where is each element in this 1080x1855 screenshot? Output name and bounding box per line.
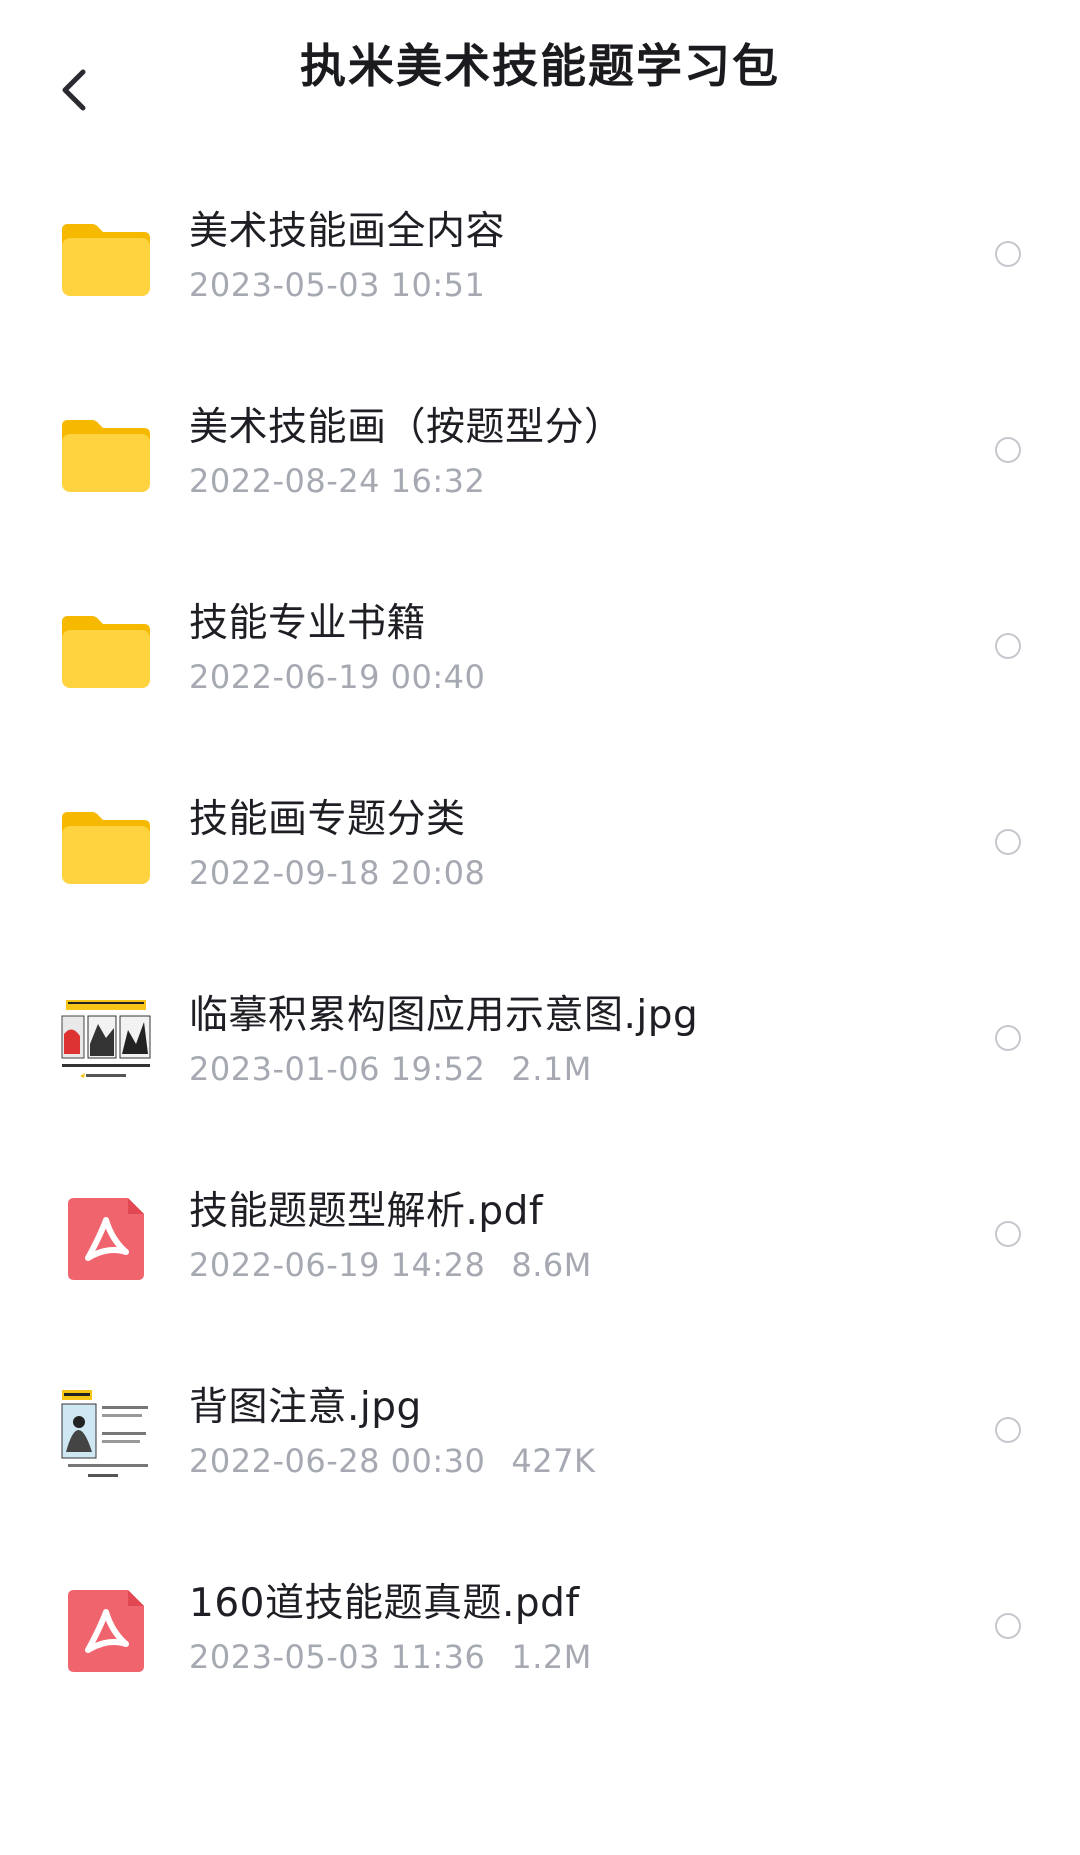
file-meta: 2023-05-03 11:36 1.2M [189,1638,592,1676]
select-radio[interactable] [995,829,1021,855]
file-meta: 2022-06-19 00:40 [189,658,485,696]
file-name: 临摹积累构图应用示意图.jpg [189,993,699,1038]
select-radio[interactable] [995,633,1021,659]
file-size: 427K [511,1442,596,1480]
list-item[interactable]: 技能专业书籍 2022-06-19 00:40 [0,550,1080,746]
file-date: 2022-09-18 20:08 [189,854,486,892]
file-meta: 2022-08-24 16:32 [189,462,485,500]
file-list: 美术技能画全内容 2023-05-03 10:51 美术技能画（按题型分） 20… [0,158,1080,1726]
pdf-icon [58,1582,154,1678]
list-item[interactable]: 美术技能画（按题型分） 2022-08-24 16:32 [0,354,1080,550]
file-size: 2.1M [511,1050,592,1088]
pdf-icon [58,1190,154,1286]
file-meta: 2023-05-03 10:51 [189,266,485,304]
folder-icon [58,798,154,894]
select-radio[interactable] [995,241,1021,267]
file-date: 2023-05-03 10:51 [189,266,486,304]
list-item[interactable]: 技能画专题分类 2022-09-18 20:08 [0,746,1080,942]
file-name: 美术技能画（按题型分） [189,405,624,450]
select-radio[interactable] [995,1613,1021,1639]
file-name: 160道技能题真题.pdf [189,1581,580,1626]
file-date: 2022-06-28 00:30 [189,1442,486,1480]
file-meta: 2022-09-18 20:08 [189,854,485,892]
select-radio[interactable] [995,1025,1021,1051]
file-date: 2023-01-06 19:52 [189,1050,486,1088]
page-title: 执米美术技能题学习包 [300,39,780,93]
file-name: 技能专业书籍 [189,601,427,646]
select-radio[interactable] [995,437,1021,463]
list-item[interactable]: 背图注意.jpg 2022-06-28 00:30 427K [0,1334,1080,1530]
file-name: 技能题题型解析.pdf [189,1189,544,1234]
header-bar: 执米美术技能题学习包 [0,0,1080,140]
file-meta: 2023-01-06 19:52 2.1M [189,1050,592,1088]
file-date: 2022-08-24 16:32 [189,462,486,500]
file-name: 技能画专题分类 [189,797,466,842]
file-name: 背图注意.jpg [189,1385,422,1430]
file-name: 美术技能画全内容 [189,209,506,254]
file-date: 2022-06-19 00:40 [189,658,486,696]
file-meta: 2022-06-19 14:28 8.6M [189,1246,592,1284]
folder-icon [58,406,154,502]
image-thumbnail [58,994,154,1090]
folder-icon [58,210,154,306]
select-radio[interactable] [995,1221,1021,1247]
list-item[interactable]: 美术技能画全内容 2023-05-03 10:51 [0,158,1080,354]
list-item[interactable]: 技能题题型解析.pdf 2022-06-19 14:28 8.6M [0,1138,1080,1334]
list-item[interactable]: 160道技能题真题.pdf 2023-05-03 11:36 1.2M [0,1530,1080,1726]
file-date: 2023-05-03 11:36 [189,1638,486,1676]
file-size: 1.2M [511,1638,592,1676]
folder-icon [58,602,154,698]
file-date: 2022-06-19 14:28 [189,1246,486,1284]
select-radio[interactable] [995,1417,1021,1443]
list-item[interactable]: 临摹积累构图应用示意图.jpg 2023-01-06 19:52 2.1M [0,942,1080,1138]
file-size: 8.6M [511,1246,592,1284]
image-thumbnail [58,1386,154,1482]
file-meta: 2022-06-28 00:30 427K [189,1442,595,1480]
